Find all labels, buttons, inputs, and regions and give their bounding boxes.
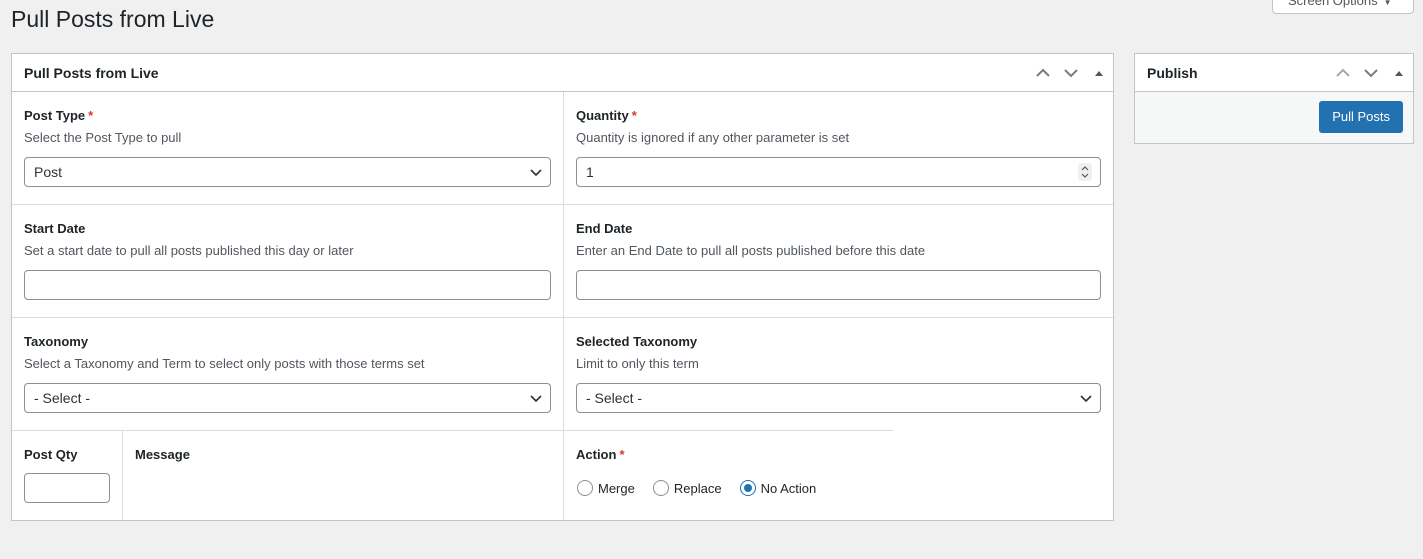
- publish-actions: Pull Posts: [1135, 92, 1413, 143]
- post-type-value: Post: [34, 164, 63, 180]
- start-date-input[interactable]: [24, 270, 551, 300]
- chevron-down-icon: [1364, 68, 1378, 77]
- action-label: Action *: [576, 447, 625, 462]
- chevron-down-icon: [1064, 68, 1078, 77]
- chevron-up-icon: [1036, 68, 1050, 77]
- quantity-value: 1: [586, 164, 594, 180]
- end-date-field: End Date Enter an End Date to pull all p…: [564, 220, 1113, 260]
- stepper-up-icon: [1081, 166, 1089, 171]
- quantity-input[interactable]: 1: [576, 157, 1101, 187]
- quantity-stepper[interactable]: [1078, 163, 1092, 181]
- pull-posts-postbox: Pull Posts from Live Post Type * Select t…: [11, 53, 1114, 521]
- radio-button-replace[interactable]: [652, 480, 669, 496]
- chevron-up-icon: [1336, 68, 1350, 77]
- selected-taxonomy-field: Selected Taxonomy Limit to only this ter…: [564, 333, 1113, 373]
- message-field: Message: [123, 446, 563, 464]
- move-up-button[interactable]: [1029, 54, 1057, 92]
- end-date-label: End Date: [576, 221, 633, 236]
- selected-taxonomy-select[interactable]: - Select -: [576, 383, 1101, 413]
- post-type-field: Post Type * Select the Post Type to pull: [12, 107, 563, 147]
- move-down-button[interactable]: [1357, 54, 1385, 92]
- row-divider: [12, 204, 1113, 205]
- postbox-handles: [1329, 54, 1413, 91]
- quantity-field: Quantity * Quantity is ignored if any oth…: [564, 107, 1113, 147]
- move-down-button[interactable]: [1057, 54, 1085, 92]
- start-date-field: Start Date Set a start date to pull all …: [12, 220, 563, 260]
- postbox-header: Pull Posts from Live: [12, 54, 1113, 92]
- post-type-select[interactable]: Post: [24, 157, 551, 187]
- publish-title: Publish: [1147, 64, 1198, 81]
- end-date-input[interactable]: [576, 270, 1101, 300]
- action-option-label: No Action: [760, 480, 817, 496]
- publish-postbox: Publish Pull Posts: [1134, 53, 1414, 144]
- post-qty-label: Post Qty: [24, 447, 78, 462]
- move-up-button[interactable]: [1329, 54, 1357, 92]
- action-option-label: Replace: [673, 480, 722, 496]
- selected-taxonomy-description: Limit to only this term: [576, 356, 699, 371]
- taxonomy-description: Select a Taxonomy and Term to select onl…: [24, 356, 425, 371]
- message-label: Message: [135, 447, 190, 462]
- post-qty-field: Post Qty: [12, 446, 122, 464]
- post-qty-input[interactable]: [24, 473, 110, 503]
- taxonomy-label: Taxonomy: [24, 334, 89, 349]
- chevron-down-icon: [530, 169, 542, 177]
- chevron-down-icon: [1080, 395, 1092, 403]
- start-date-label: Start Date: [24, 221, 86, 236]
- start-date-description: Set a start date to pull all posts publi…: [24, 243, 354, 258]
- selected-taxonomy-value: - Select -: [586, 390, 643, 406]
- action-option-label: Merge: [598, 480, 635, 496]
- pull-posts-button[interactable]: Pull Posts: [1319, 101, 1403, 133]
- taxonomy-value: - Select -: [34, 390, 91, 406]
- screen-options-button[interactable]: Screen Options ▼: [1272, 0, 1414, 14]
- row-divider: [12, 317, 1113, 318]
- taxonomy-field: Taxonomy Select a Taxonomy and Term to s…: [12, 333, 563, 373]
- postbox-title: Pull Posts from Live: [24, 64, 159, 81]
- action-radio-replace[interactable]: Replace: [652, 480, 722, 496]
- action-radio-group: Merge Replace No Action: [577, 480, 834, 496]
- triangle-up-icon: [1095, 70, 1103, 76]
- triangle-up-icon: [1395, 70, 1403, 76]
- post-type-description: Select the Post Type to pull: [24, 130, 182, 145]
- quantity-label: Quantity *: [576, 108, 637, 123]
- postbox-handles: [1029, 54, 1113, 91]
- post-type-label: Post Type *: [24, 108, 94, 123]
- column-divider: [122, 430, 123, 520]
- action-field: Action *: [564, 446, 904, 464]
- toggle-panel-button[interactable]: [1085, 54, 1113, 92]
- action-radio-no-action[interactable]: No Action: [739, 480, 817, 496]
- caret-down-icon: ▼: [1383, 0, 1392, 7]
- toggle-panel-button[interactable]: [1385, 54, 1413, 92]
- action-radio-merge[interactable]: Merge: [577, 480, 635, 496]
- radio-button-merge[interactable]: [577, 480, 593, 496]
- selected-taxonomy-label: Selected Taxonomy: [576, 334, 698, 349]
- taxonomy-select[interactable]: - Select -: [24, 383, 551, 413]
- quantity-description: Quantity is ignored if any other paramet…: [576, 130, 850, 145]
- chevron-down-icon: [530, 395, 542, 403]
- end-date-description: Enter an End Date to pull all posts publ…: [576, 243, 926, 258]
- page-title: Pull Posts from Live: [11, 6, 215, 32]
- postbox-header: Publish: [1135, 54, 1413, 92]
- row-divider: [12, 430, 893, 431]
- stepper-down-icon: [1081, 173, 1089, 178]
- screen-options-label: Screen Options: [1288, 0, 1378, 8]
- radio-button-no-action[interactable]: [739, 480, 756, 496]
